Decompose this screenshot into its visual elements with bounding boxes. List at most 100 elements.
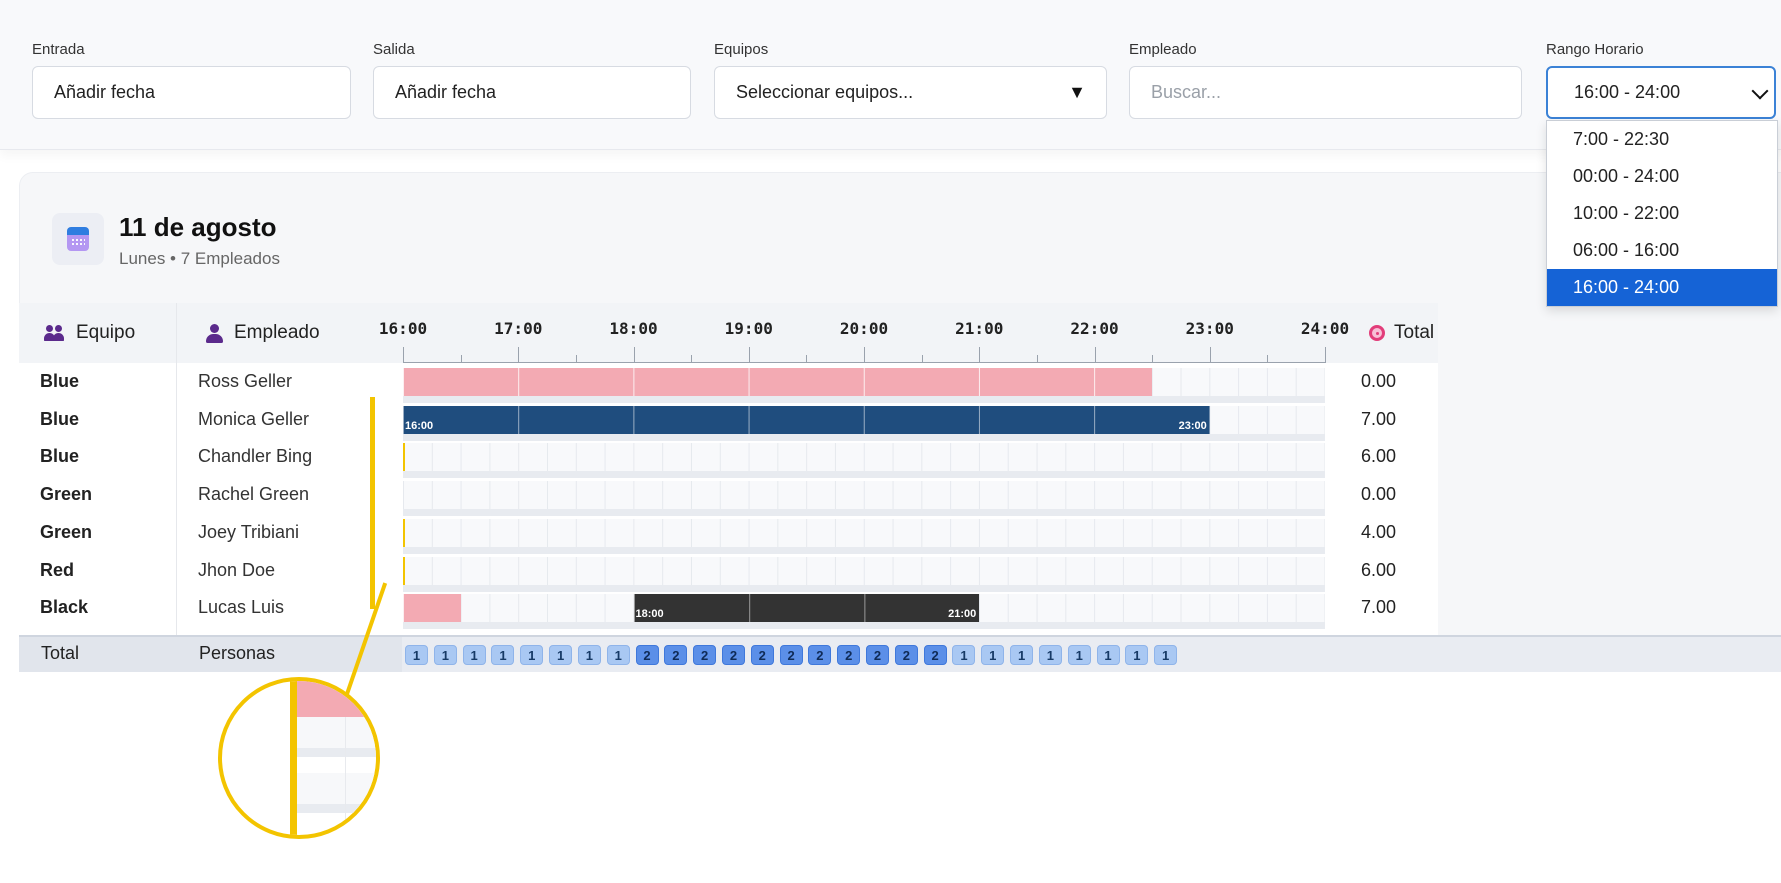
total-hours-cell: 0.00 (1361, 371, 1397, 391)
total-hours-cell: 0.00 (1361, 484, 1397, 505)
totals-label: Total (41, 643, 80, 663)
shift-bar[interactable]: 18:00 21:00 (633, 594, 980, 623)
shift-bar[interactable] (403, 368, 1153, 396)
total-hours-cell: 6.00 (1361, 559, 1397, 580)
shift-bar[interactable] (403, 594, 461, 623)
headcount-badge: 1 (952, 645, 976, 665)
headcount-badge: 1 (1096, 645, 1120, 665)
headcount-badge: 2 (750, 645, 774, 665)
time-tick (1209, 347, 1211, 363)
team-cell: Blue (40, 408, 80, 429)
rango-horario-select[interactable]: 16:00 - 24:00 (1546, 66, 1776, 119)
chevron-down-icon (1751, 82, 1769, 100)
timeline-track[interactable] (403, 518, 1325, 547)
timeline-track[interactable] (403, 556, 1325, 585)
time-tick (691, 355, 693, 363)
highlight-bar (370, 397, 375, 609)
employee-header: Empleado (234, 322, 320, 343)
time-tick (1036, 355, 1038, 363)
table-row: Green Rachel Green 0.00 (19, 476, 1438, 517)
headcount-badge: 2 (664, 645, 688, 665)
rango-option[interactable]: 7:00 - 22:30 (1547, 121, 1777, 158)
time-tick-label: 17:00 (494, 319, 543, 338)
schedule-table: Equipo Empleado Total 16:00 17:00 18:00 19:… (19, 303, 1438, 635)
headcount-badge: 2 (693, 645, 717, 665)
headcount-badge: 1 (1010, 645, 1034, 665)
rango-horario-dropdown: 7:00 - 22:30 00:00 - 24:00 10:00 - 22:00 06… (1546, 120, 1778, 307)
team-cell: Red (40, 559, 75, 580)
app-root: Entrada Añadir fecha Salida Añadir fecha… (0, 0, 1781, 883)
table-row: Blue Ross Geller 0.00 (19, 363, 1438, 403)
time-tick-label: 21:00 (955, 319, 1004, 338)
employee-cell: Ross Geller (198, 371, 293, 391)
calendar-badge (52, 213, 104, 265)
headcount-badge: 1 (1038, 645, 1062, 665)
entrada-label: Entrada (32, 41, 85, 58)
time-tick-label: 20:00 (839, 319, 889, 338)
entrada-date-input[interactable]: Añadir fecha (32, 66, 351, 119)
headcount-badge: 1 (462, 645, 486, 665)
salida-label: Salida (373, 41, 415, 58)
equipos-label: Equipos (714, 41, 769, 58)
time-tick (921, 355, 923, 363)
shift-bar[interactable]: 16:00 23:00 (403, 405, 1210, 434)
entrada-filter: Entrada Añadir fecha (32, 40, 351, 119)
employee-cell: Joey Tribiani (198, 521, 300, 542)
table-row: Red Jhon Doe 6.00 (19, 552, 1438, 592)
time-tick (1325, 347, 1326, 363)
day-title: 11 de agosto (119, 212, 277, 242)
table-row: Blue Chandler Bing 6.00 (19, 438, 1438, 479)
shift-start-label: 18:00 (635, 608, 664, 621)
headcount-badge: 2 (837, 645, 861, 665)
total-hours-cell: 6.00 (1361, 446, 1397, 467)
headcount-badge: 2 (779, 645, 803, 665)
headcount-badge: 2 (894, 645, 918, 665)
calendar-icon (67, 227, 89, 251)
equipos-filter: Equipos Seleccionar equipos... ▼ (714, 40, 1107, 119)
employee-cell: Chandler Bing (198, 446, 313, 467)
rango-filter: Rango Horario 16:00 - 24:00 (1546, 40, 1776, 119)
magnified-highlight (290, 681, 297, 835)
team-cell: Blue (40, 371, 80, 391)
headcount-badge: 1 (577, 645, 601, 665)
team-cell: Green (40, 484, 93, 505)
time-tick (518, 347, 520, 363)
time-tick (403, 347, 404, 363)
headcount-badge: 1 (433, 645, 457, 665)
timeline-track[interactable] (403, 481, 1325, 510)
time-tick-label: 22:00 (1070, 319, 1119, 338)
rango-option[interactable]: 06:00 - 16:00 (1547, 232, 1777, 269)
time-tick-label: 18:00 (609, 319, 658, 338)
shift-start-marker (403, 443, 405, 472)
headcount-badge: 1 (981, 645, 1005, 665)
headcount-badge: 2 (866, 645, 889, 665)
headcount-badge: 1 (606, 645, 630, 665)
employee-cell: Lucas Luis (198, 597, 285, 618)
team-cell: Blue (40, 446, 80, 467)
timeline-track[interactable] (403, 443, 1325, 472)
rango-label: Rango Horario (1546, 41, 1644, 58)
team-header-cell: Equipo (19, 303, 176, 363)
shift-start-marker (403, 518, 405, 547)
equipos-select-value: Seleccionar equipos... (736, 82, 914, 102)
rango-option[interactable]: 00:00 - 24:00 (1547, 158, 1777, 195)
time-tick-label: 19:00 (724, 319, 773, 338)
headcount-badge: 1 (520, 645, 544, 665)
rango-option[interactable]: 10:00 - 22:00 (1547, 195, 1777, 232)
shift-start-label: 16:00 (405, 419, 434, 432)
headcount-badge: 2 (808, 645, 832, 665)
salida-date-input[interactable]: Añadir fecha (373, 66, 691, 119)
headcount-badge: 1 (1067, 645, 1091, 665)
magnifier-callout (218, 677, 380, 839)
rango-select-value: 16:00 - 24:00 (1574, 82, 1681, 102)
headcount-badge: 2 (635, 645, 659, 665)
table-row: Green Joey Tribiani 4.00 (19, 514, 1438, 554)
rango-option[interactable]: 16:00 - 24:00 (1547, 269, 1777, 306)
headcount-badge: 2 (923, 645, 947, 665)
equipos-select[interactable]: Seleccionar equipos... ▼ (714, 66, 1107, 119)
empleado-search-input[interactable]: Buscar... (1129, 66, 1522, 119)
time-tick-label: 16:00 (378, 319, 428, 338)
headcount-badge: 1 (1154, 645, 1178, 665)
time-tick (979, 347, 981, 363)
clock-icon (1369, 325, 1385, 341)
